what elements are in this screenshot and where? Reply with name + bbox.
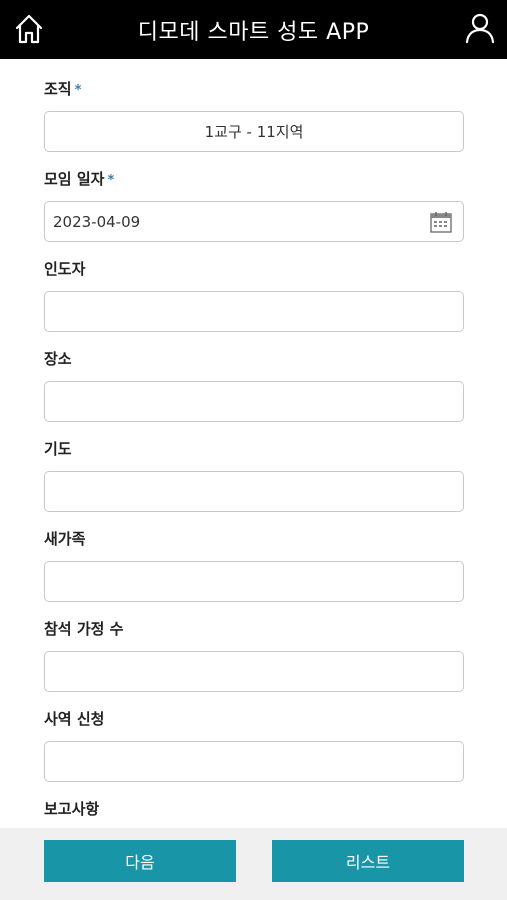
app-title: 디모데 스마트 성도 APP bbox=[137, 19, 370, 45]
ministry-request-label: 사역 신청 bbox=[44, 710, 105, 728]
next-button[interactable]: 다음 bbox=[44, 840, 236, 882]
place-label: 장소 bbox=[44, 350, 72, 368]
prayer-label: 기도 bbox=[44, 440, 72, 458]
app-header: 디모데 스마트 성도 APP bbox=[0, 0, 507, 59]
ministry-request-field: 사역 신청 bbox=[44, 709, 464, 782]
prayer-input[interactable] bbox=[44, 471, 464, 512]
prayer-field: 기도 bbox=[44, 439, 464, 512]
attending-households-label: 참석 가정 수 bbox=[44, 620, 124, 638]
leader-input[interactable] bbox=[44, 291, 464, 332]
organization-field: 조직 * 1교구 - 11지역 bbox=[44, 79, 464, 152]
place-input[interactable] bbox=[44, 381, 464, 422]
report-field: 보고사항 bbox=[44, 799, 464, 819]
new-family-input[interactable] bbox=[44, 561, 464, 602]
user-icon[interactable] bbox=[463, 11, 497, 45]
attending-households-input[interactable] bbox=[44, 651, 464, 692]
list-button[interactable]: 리스트 bbox=[272, 840, 464, 882]
required-mark: * bbox=[107, 173, 115, 188]
report-label: 보고사항 bbox=[44, 800, 100, 818]
meeting-date-input[interactable]: 2023-04-09 bbox=[44, 201, 464, 242]
meeting-date-label: 모임 일자 * bbox=[44, 170, 115, 188]
calendar-icon[interactable] bbox=[429, 210, 453, 234]
organization-input[interactable]: 1교구 - 11지역 bbox=[44, 111, 464, 152]
leader-label: 인도자 bbox=[44, 260, 86, 278]
leader-field: 인도자 bbox=[44, 259, 464, 332]
new-family-field: 새가족 bbox=[44, 529, 464, 602]
bottom-action-bar: 다음 리스트 bbox=[0, 828, 507, 900]
new-family-label: 새가족 bbox=[44, 530, 86, 548]
ministry-request-input[interactable] bbox=[44, 741, 464, 782]
attending-households-field: 참석 가정 수 bbox=[44, 619, 464, 692]
home-icon[interactable] bbox=[12, 12, 46, 46]
place-field: 장소 bbox=[44, 349, 464, 422]
organization-label: 조직 * bbox=[44, 80, 82, 98]
required-mark: * bbox=[74, 83, 82, 98]
meeting-date-field: 모임 일자 * 2023-04-09 bbox=[44, 169, 464, 242]
meeting-date-value: 2023-04-09 bbox=[53, 212, 141, 231]
